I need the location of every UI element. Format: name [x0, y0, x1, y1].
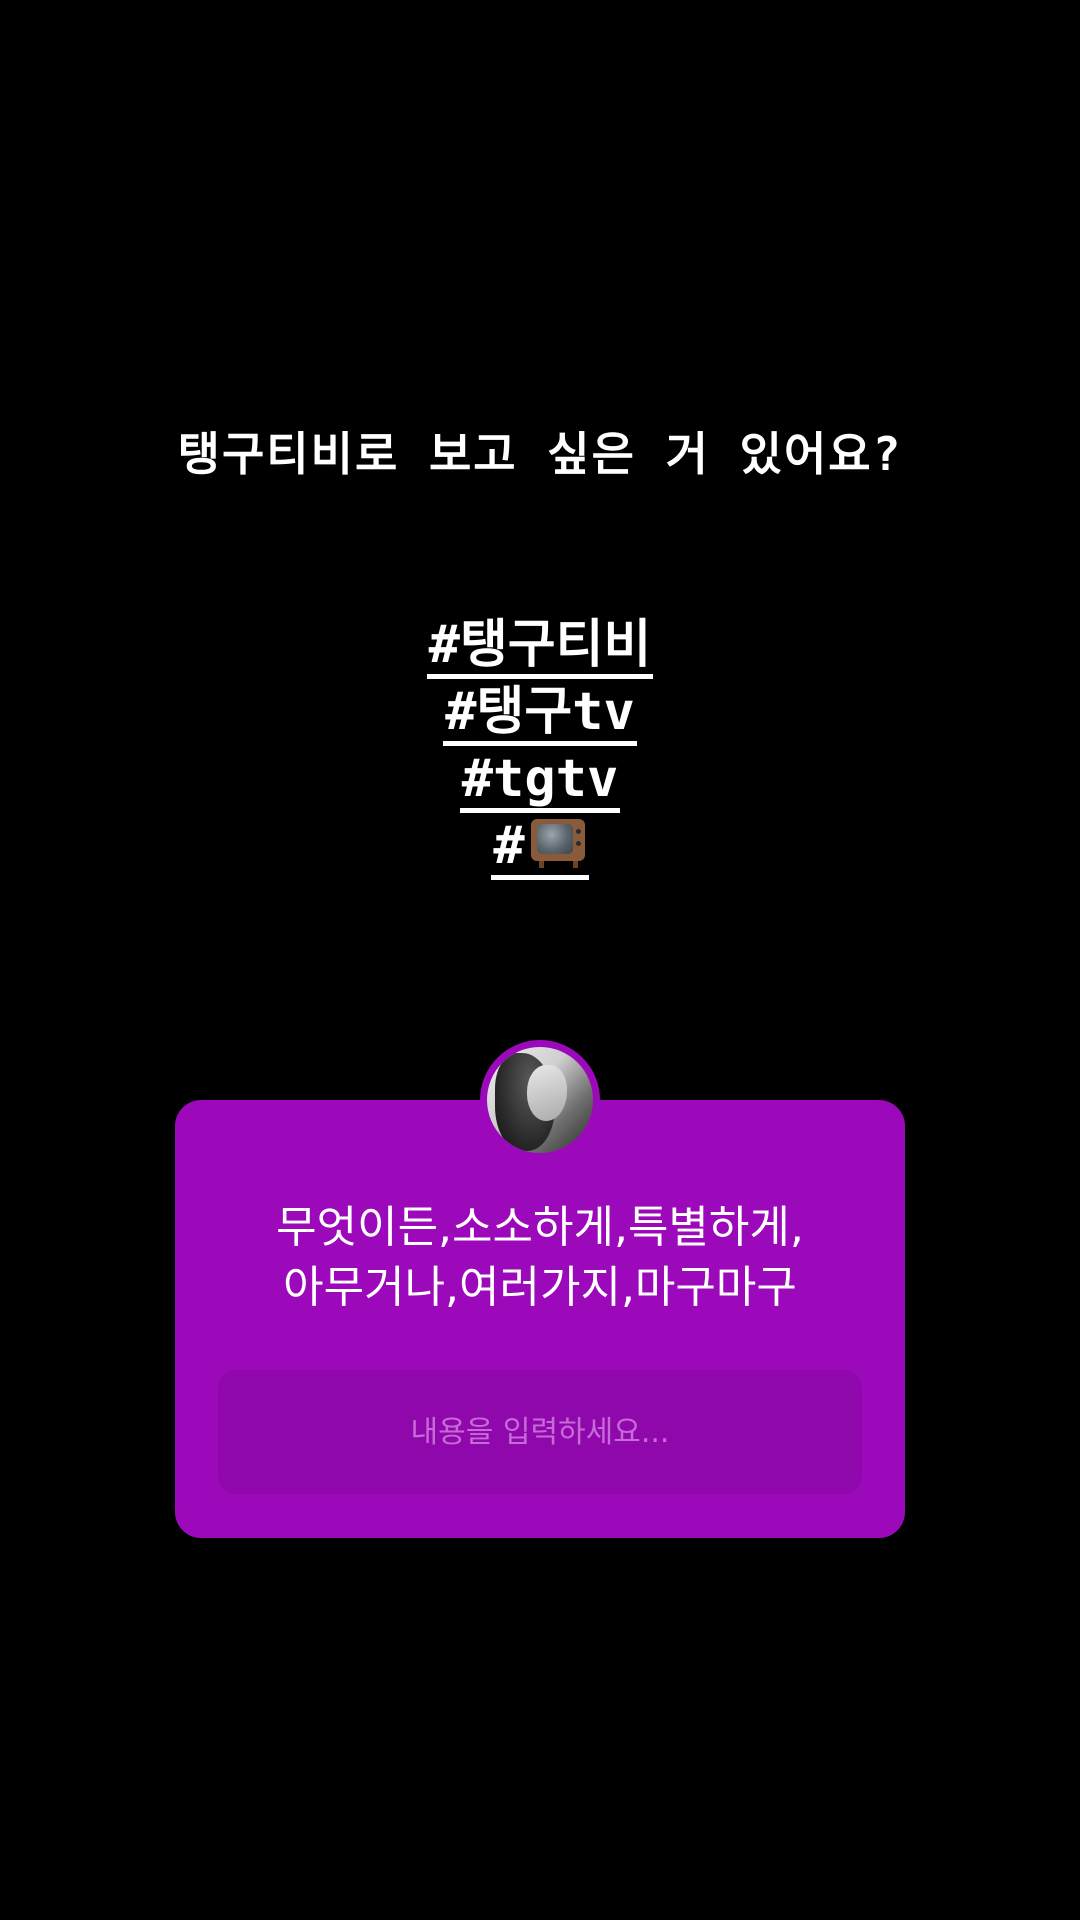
question-line-1: 무엇이든,소소하게,특별하게,: [276, 1202, 804, 1253]
hashtag-tangu-tv[interactable]: #탱구tv: [443, 679, 637, 746]
hashtag-tv-emoji[interactable]: #: [491, 813, 589, 880]
hashtag-symbol: #: [493, 816, 525, 876]
hashtag-tangutv-korean[interactable]: #탱구티비: [426, 612, 654, 679]
question-line-2: 아무거나,여러가지,마구마구: [283, 1262, 797, 1313]
sticker-question: 무엇이든,소소하게,특별하게, 아무거나,여러가지,마구마구: [0, 1198, 1080, 1318]
story-canvas: 탱구티비로 보고 싶은 거 있어요? #탱구티비 #탱구tv #tgtv # 무…: [0, 0, 1080, 1920]
avatar: [487, 1047, 593, 1153]
story-caption: 탱구티비로 보고 싶은 거 있어요?: [177, 427, 903, 481]
hashtag-tgtv[interactable]: #tgtv: [459, 746, 621, 813]
answer-input[interactable]: [218, 1370, 862, 1494]
hashtag-stack: #탱구티비 #탱구tv #tgtv #: [0, 612, 1080, 880]
television-icon: [529, 815, 587, 869]
